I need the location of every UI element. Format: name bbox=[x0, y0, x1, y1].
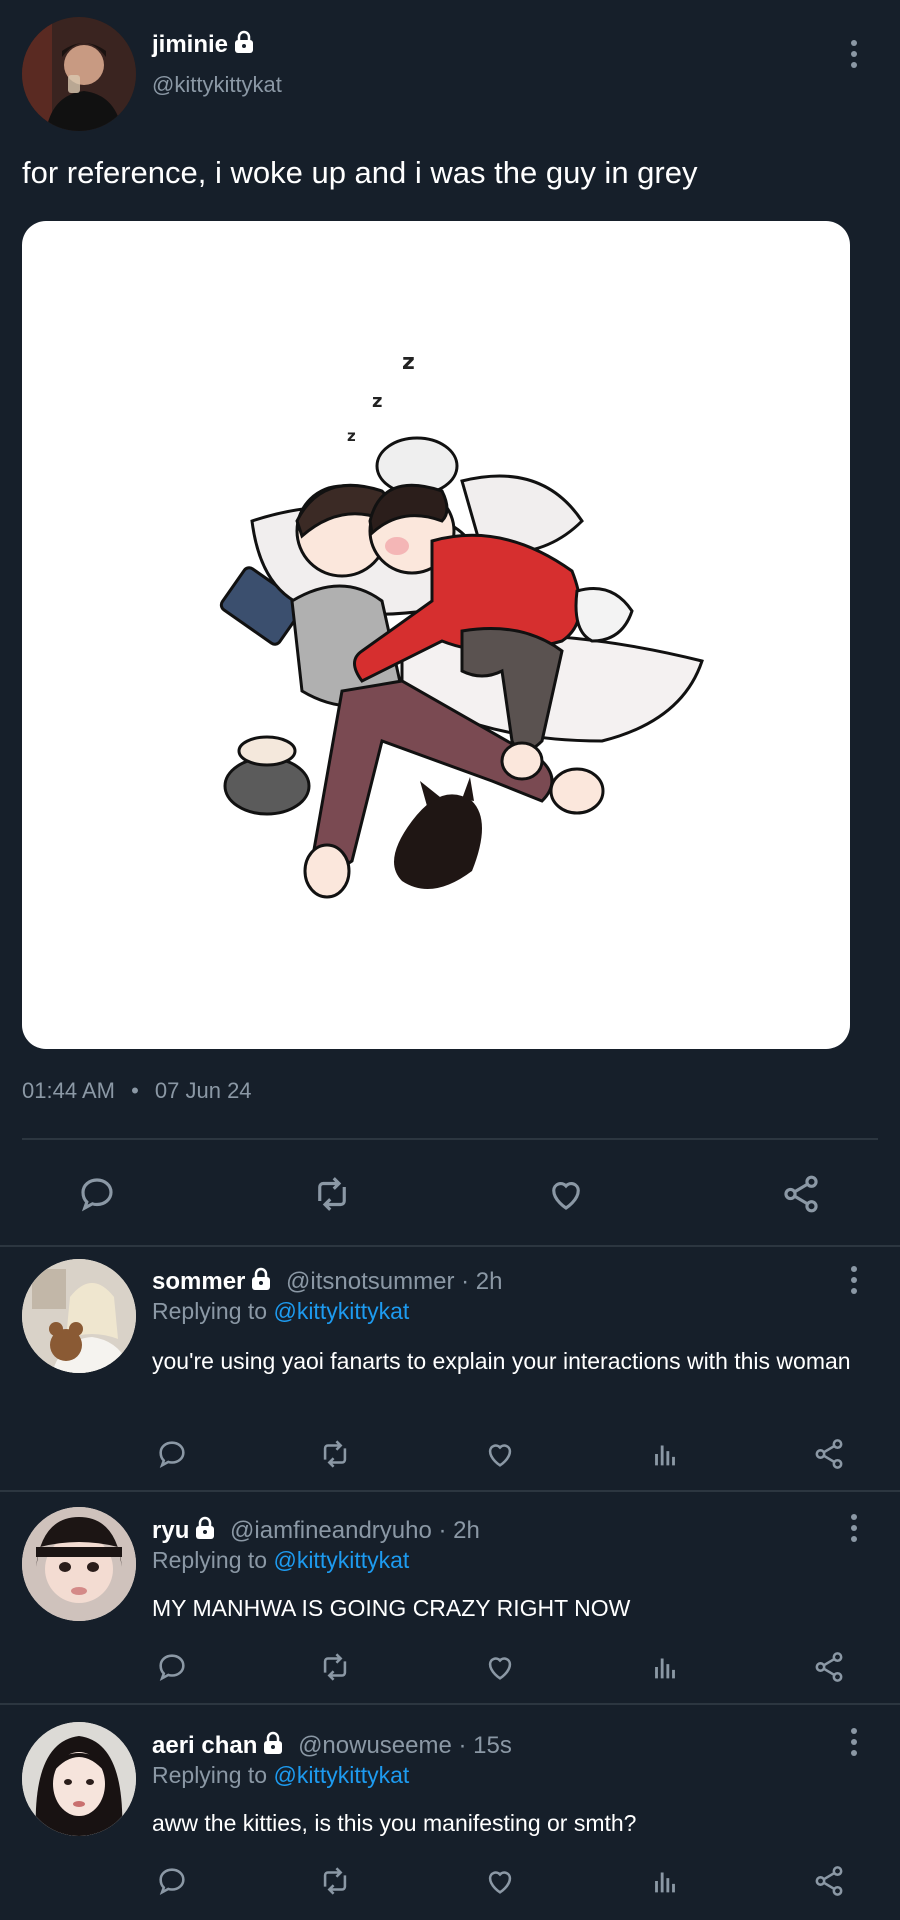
handle-and-time[interactable]: @itsnotsummer · 2h bbox=[286, 1268, 502, 1295]
analytics-icon[interactable] bbox=[648, 1864, 682, 1898]
more-options-button[interactable] bbox=[844, 1508, 864, 1548]
more-options-button[interactable] bbox=[844, 1260, 864, 1300]
reply-icon[interactable] bbox=[155, 1650, 189, 1684]
svg-text:z: z bbox=[347, 427, 356, 445]
lock-icon bbox=[261, 1731, 285, 1755]
like-icon[interactable] bbox=[483, 1864, 517, 1898]
more-options-button[interactable] bbox=[844, 34, 864, 74]
retweet-icon[interactable] bbox=[318, 1650, 352, 1684]
tweet-image[interactable]: z z z bbox=[22, 221, 850, 1049]
divider bbox=[0, 1245, 900, 1247]
lock-icon bbox=[193, 1516, 217, 1540]
reply-icon[interactable] bbox=[155, 1864, 189, 1898]
svg-text:z: z bbox=[372, 391, 382, 412]
share-icon[interactable] bbox=[812, 1864, 846, 1898]
analytics-icon[interactable] bbox=[648, 1437, 682, 1471]
display-name[interactable]: aeri chan bbox=[152, 1732, 257, 1759]
replying-to-label: Replying to bbox=[152, 1298, 268, 1324]
share-icon[interactable] bbox=[812, 1437, 846, 1471]
replying-to-link[interactable]: @kittykittykat bbox=[273, 1547, 409, 1573]
tweet-time: 01:44 AM bbox=[22, 1078, 115, 1103]
handle-and-time[interactable]: @nowuseeme · 15s bbox=[298, 1732, 512, 1759]
separator-dot: • bbox=[131, 1078, 139, 1103]
retweet-icon[interactable] bbox=[310, 1173, 354, 1215]
display-name[interactable]: sommer bbox=[152, 1268, 245, 1295]
reply-text: you're using yaoi fanarts to explain you… bbox=[152, 1348, 851, 1374]
replying-to-label: Replying to bbox=[152, 1762, 268, 1788]
replying-to-link[interactable]: @kittykittykat bbox=[273, 1298, 409, 1324]
reply-icon[interactable] bbox=[155, 1437, 189, 1471]
like-icon[interactable] bbox=[483, 1437, 517, 1471]
lock-icon bbox=[249, 1267, 273, 1291]
retweet-icon[interactable] bbox=[318, 1437, 352, 1471]
share-icon[interactable] bbox=[812, 1650, 846, 1684]
reply-icon[interactable] bbox=[76, 1173, 118, 1215]
avatar[interactable] bbox=[22, 1507, 136, 1621]
divider bbox=[0, 1703, 900, 1705]
display-name[interactable]: ryu bbox=[152, 1517, 189, 1544]
like-icon[interactable] bbox=[544, 1173, 588, 1215]
avatar[interactable] bbox=[22, 1259, 136, 1373]
svg-text:z: z bbox=[402, 350, 415, 375]
avatar[interactable] bbox=[22, 1722, 136, 1836]
handle-and-time[interactable]: @iamfineandryuho · 2h bbox=[230, 1517, 480, 1544]
avatar[interactable] bbox=[22, 17, 136, 131]
tweet-date: 07 Jun 24 bbox=[154, 1078, 252, 1103]
analytics-icon[interactable] bbox=[648, 1650, 682, 1684]
retweet-icon[interactable] bbox=[318, 1864, 352, 1898]
divider bbox=[22, 1138, 878, 1140]
reply-text: aww the kitties, is this you manifesting… bbox=[152, 1810, 637, 1836]
replying-to-link[interactable]: @kittykittykat bbox=[273, 1762, 409, 1788]
tweet-text: for reference, i woke up and i was the g… bbox=[22, 155, 698, 190]
like-icon[interactable] bbox=[483, 1650, 517, 1684]
more-options-button[interactable] bbox=[844, 1722, 864, 1762]
handle[interactable]: @kittykittykat bbox=[152, 72, 282, 98]
reply-text: MY MANHWA IS GOING CRAZY RIGHT NOW bbox=[152, 1595, 631, 1621]
lock-icon bbox=[232, 30, 256, 54]
divider bbox=[0, 1490, 900, 1492]
display-name[interactable]: jiminie bbox=[152, 31, 228, 58]
share-icon[interactable] bbox=[780, 1173, 822, 1215]
replying-to-label: Replying to bbox=[152, 1547, 268, 1573]
sleeping-couple-illustration: z z z bbox=[219, 350, 704, 899]
